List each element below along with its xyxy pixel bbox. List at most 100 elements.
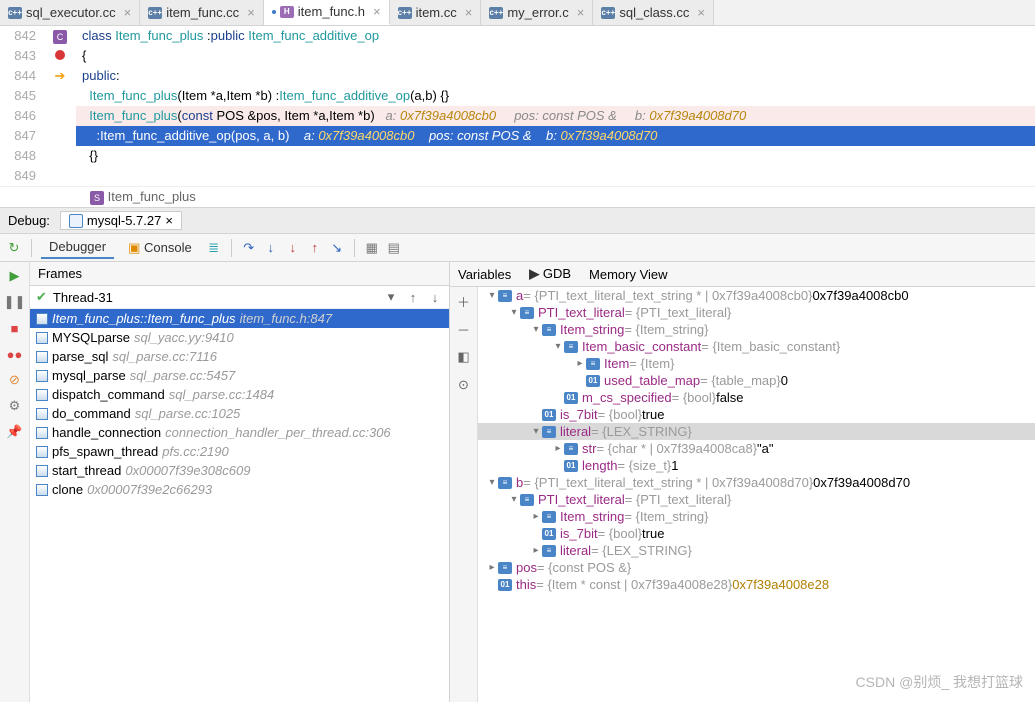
variable-row[interactable]: ▾≡PTI_text_literal = {PTI_text_literal} <box>478 304 1035 321</box>
step-over-icon[interactable]: ↷ <box>241 240 257 256</box>
variable-row[interactable]: ▸≡pos = {const POS &} <box>478 559 1035 576</box>
header-file-icon <box>280 6 294 18</box>
settings-icon[interactable]: ⚙ <box>7 398 23 414</box>
tab-console[interactable]: ▣ Console <box>120 237 200 259</box>
frame-icon <box>36 332 48 344</box>
close-icon[interactable]: × <box>465 5 473 20</box>
thread-selector[interactable]: ✔ Thread-31 ▾ ↑ ↓ <box>30 286 449 309</box>
add-watch-icon[interactable]: ＋ <box>456 293 472 309</box>
file-tab[interactable]: item.cc × <box>390 0 482 25</box>
stack-frame[interactable]: parse_sql sql_parse.cc:7116 <box>30 347 449 366</box>
variable-row[interactable]: 01this = {Item * const | 0x7f39a4008e28}… <box>478 576 1035 593</box>
step-into-icon[interactable]: ↓ <box>263 240 279 256</box>
stack-frame[interactable]: dispatch_command sql_parse.cc:1484 <box>30 385 449 404</box>
chevron-icon[interactable]: ▾ <box>530 426 542 437</box>
chevron-icon[interactable]: ▸ <box>530 511 542 522</box>
line-gutter: 842843844845846847848849 <box>0 26 44 186</box>
stack-frame[interactable]: start_thread 0x00007f39e308c609 <box>30 461 449 480</box>
mute-breakpoints-icon[interactable]: ⊘ <box>7 372 23 388</box>
dropdown-icon[interactable]: ▾ <box>383 289 399 305</box>
pin-icon[interactable]: 📌 <box>7 424 23 440</box>
prev-frame-icon[interactable]: ↑ <box>405 289 421 305</box>
frames-list[interactable]: Item_func_plus::Item_func_plus item_func… <box>30 309 449 702</box>
stack-frame[interactable]: Item_func_plus::Item_func_plus item_func… <box>30 309 449 328</box>
tab-debugger[interactable]: Debugger <box>41 236 114 259</box>
chevron-icon[interactable]: ▾ <box>508 307 520 318</box>
chevron-icon[interactable]: ▾ <box>486 290 498 301</box>
variable-row[interactable]: 01is_7bit = {bool} true <box>478 406 1035 423</box>
chevron-icon[interactable]: ▸ <box>552 443 564 454</box>
file-tab-label: item.cc <box>416 5 457 20</box>
file-tab[interactable]: item_func.cc × <box>140 0 264 25</box>
file-tab[interactable]: item_func.h× <box>264 0 390 25</box>
duplicate-icon[interactable]: ◧ <box>456 349 472 365</box>
close-icon[interactable]: × <box>697 5 705 20</box>
code-editor: 842843844845846847848849 C➔ class Item_f… <box>0 26 1035 186</box>
debug-config-tab[interactable]: mysql-5.7.27 × <box>60 211 182 230</box>
chevron-icon[interactable]: ▾ <box>508 494 520 505</box>
primitive-icon: 01 <box>564 460 578 472</box>
stack-frame[interactable]: pfs_spawn_thread pfs.cc:2190 <box>30 442 449 461</box>
trace-icon[interactable]: ▤ <box>386 240 402 256</box>
variable-row[interactable]: ▸≡Item = {Item} <box>478 355 1035 372</box>
close-icon[interactable]: × <box>577 5 585 20</box>
variable-row[interactable]: ▸≡str = {char * | 0x7f39a4008ca8} "a" <box>478 440 1035 457</box>
evaluate-icon[interactable]: ▦ <box>364 240 380 256</box>
variables-pane: Variables ▶ GDB Memory View ＋ － ◧ ⊙ ▾≡a=… <box>450 262 1035 702</box>
stack-frame[interactable]: handle_connection connection_handler_per… <box>30 423 449 442</box>
close-icon[interactable]: × <box>165 213 173 228</box>
file-tab[interactable]: my_error.c× <box>481 0 593 25</box>
chevron-icon[interactable]: ▾ <box>486 477 498 488</box>
pause-icon[interactable]: ❚❚ <box>7 294 23 310</box>
view-breakpoints-icon[interactable]: ●● <box>7 346 23 362</box>
close-icon[interactable]: × <box>373 4 381 19</box>
variables-tab[interactable]: Variables <box>458 267 511 282</box>
rerun-icon[interactable]: ↻ <box>6 240 22 256</box>
variable-row[interactable]: ▾≡a= {PTI_text_literal_text_string * | 0… <box>478 287 1035 304</box>
variable-row[interactable]: ▾≡Item_string = {Item_string} <box>478 321 1035 338</box>
chevron-icon[interactable]: ▸ <box>530 545 542 556</box>
memory-view-tab[interactable]: Memory View <box>589 267 668 282</box>
variable-row[interactable]: 01m_cs_specified = {bool} false <box>478 389 1035 406</box>
resume-icon[interactable]: ▶ <box>7 268 23 284</box>
step-out-icon[interactable]: ↑ <box>307 240 323 256</box>
close-icon[interactable]: × <box>124 5 132 20</box>
variable-row[interactable]: ▾≡literal = {LEX_STRING} <box>478 423 1035 440</box>
force-step-into-icon[interactable]: ↓ <box>285 240 301 256</box>
variables-tree[interactable]: ▾≡a= {PTI_text_literal_text_string * | 0… <box>478 287 1035 702</box>
breadcrumb[interactable]: S Item_func_plus <box>0 186 1035 207</box>
file-tab-label: item_func.cc <box>166 5 239 20</box>
config-icon <box>69 214 83 228</box>
primitive-icon: 01 <box>498 579 512 591</box>
threads-icon[interactable]: ≣ <box>206 240 222 256</box>
file-tab[interactable]: sql_executor.cc× <box>0 0 140 25</box>
variable-row[interactable]: 01is_7bit = {bool} true <box>478 525 1035 542</box>
chevron-icon[interactable]: ▾ <box>530 324 542 335</box>
chevron-icon[interactable]: ▾ <box>552 341 564 352</box>
variable-row[interactable]: ▾≡PTI_text_literal = {PTI_text_literal} <box>478 491 1035 508</box>
file-tab[interactable]: sql_class.cc× <box>593 0 714 25</box>
next-frame-icon[interactable]: ↓ <box>427 289 443 305</box>
run-to-cursor-icon[interactable]: ↘ <box>329 240 345 256</box>
chevron-icon[interactable]: ▸ <box>486 562 498 573</box>
struct-icon: ≡ <box>542 511 556 523</box>
stack-frame[interactable]: do_command sql_parse.cc:1025 <box>30 404 449 423</box>
frame-icon <box>36 446 48 458</box>
stack-frame[interactable]: MYSQLparse sql_yacc.yy:9410 <box>30 328 449 347</box>
remove-watch-icon[interactable]: － <box>456 321 472 337</box>
close-icon[interactable]: × <box>247 5 255 20</box>
show-watches-icon[interactable]: ⊙ <box>456 377 472 393</box>
variable-row[interactable]: 01used_table_map = {table_map} 0 <box>478 372 1035 389</box>
code-area[interactable]: class Item_func_plus :public Item_func_a… <box>76 26 1035 186</box>
stack-frame[interactable]: mysql_parse sql_parse.cc:5457 <box>30 366 449 385</box>
struct-icon: ≡ <box>542 324 556 336</box>
variable-row[interactable]: ▾≡b = {PTI_text_literal_text_string * | … <box>478 474 1035 491</box>
gdb-tab[interactable]: ▶ GDB <box>529 266 571 282</box>
chevron-icon[interactable]: ▸ <box>574 358 586 369</box>
variable-row[interactable]: ▸≡Item_string = {Item_string} <box>478 508 1035 525</box>
variable-row[interactable]: 01length = {size_t} 1 <box>478 457 1035 474</box>
variable-row[interactable]: ▸≡literal = {LEX_STRING} <box>478 542 1035 559</box>
stack-frame[interactable]: clone 0x00007f39e2c66293 <box>30 480 449 499</box>
stop-icon[interactable]: ■ <box>7 320 23 336</box>
variable-row[interactable]: ▾≡Item_basic_constant = {Item_basic_cons… <box>478 338 1035 355</box>
